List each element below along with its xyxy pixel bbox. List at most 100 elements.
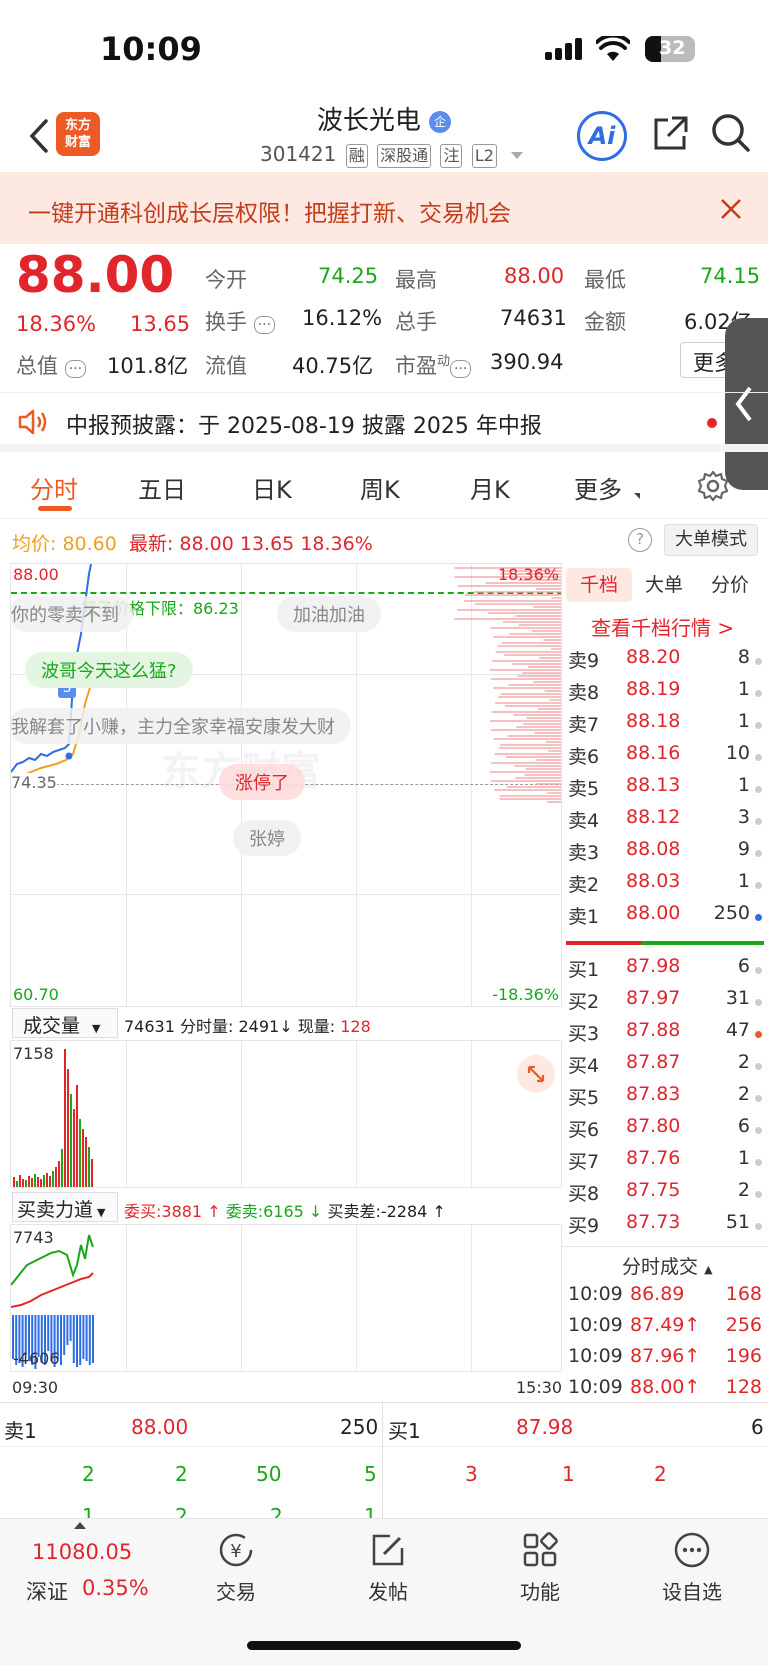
volume-bar <box>82 1129 84 1187</box>
ask-row[interactable]: 卖2 88.03 1 <box>566 870 764 902</box>
bid-row[interactable]: 买3 87.88 47 <box>566 1019 764 1051</box>
tab-more[interactable]: 更多 <box>574 470 622 505</box>
mid-price-label: 74.35 <box>11 773 57 792</box>
comment-bubble[interactable]: 你的零卖不到 <box>11 596 133 632</box>
buy-queue-item: 2 <box>654 1462 667 1486</box>
latest-value: 88.00 <box>179 533 234 555</box>
volume-bar <box>61 1149 63 1187</box>
bid-row[interactable]: 买2 87.97 31 <box>566 987 764 1019</box>
bid-row[interactable]: 买4 87.87 2 <box>566 1051 764 1083</box>
nav-functions[interactable]: 功能 <box>490 1530 590 1605</box>
bid-level: 买8 <box>568 1183 600 1205</box>
ask-row[interactable]: 卖5 88.13 1 <box>566 774 764 806</box>
trade-row: 10:09 87.49↑ 256 <box>566 1314 764 1346</box>
chart-info-line: 均价: 80.60 最新: 88.00 13.65 18.36% <box>12 529 373 556</box>
dropdown-icon[interactable] <box>511 152 524 159</box>
bid-row[interactable]: 买9 87.73 51 <box>566 1211 764 1243</box>
price-chart[interactable]: 东方财富 88.00 18.36% 60.70 -18.36% 74.35 笼子… <box>10 563 562 1007</box>
comment-bubble[interactable]: 涨停了 <box>219 764 305 800</box>
tab-weekly-k[interactable]: 周K <box>360 470 400 505</box>
mktcap-label: 总值 ··· <box>16 350 87 380</box>
amount-label: 金额 <box>584 310 626 334</box>
bid-row[interactable]: 买6 87.80 6 <box>566 1115 764 1147</box>
ask-row[interactable]: 卖4 88.12 3 <box>566 806 764 838</box>
big-order-mode-button[interactable]: 大单模式 <box>664 524 758 556</box>
ask-row[interactable]: 卖1 88.00 250 <box>566 902 764 934</box>
power-bar <box>85 1315 88 1361</box>
high-value: 88.00 <box>504 264 565 288</box>
bid-row[interactable]: 买8 87.75 2 <box>566 1179 764 1211</box>
tab-five-day[interactable]: 五日 <box>138 470 186 505</box>
ask-level: 卖2 <box>568 874 600 896</box>
bid-price: 87.88 <box>626 1019 681 1041</box>
ask-row[interactable]: 卖7 88.18 1 <box>566 710 764 742</box>
ask-dot <box>755 850 762 857</box>
orderbook-tab-price[interactable]: 分价 <box>711 568 749 602</box>
nav-post[interactable]: 发帖 <box>338 1530 438 1605</box>
ai-label: Ai <box>588 122 616 150</box>
trade-qty: 128 <box>725 1376 762 1398</box>
trade-qty: 196 <box>725 1345 762 1367</box>
power-buy: 委买:3881 <box>124 1202 203 1221</box>
status-bar: 10:09 32 <box>0 0 768 100</box>
ai-button[interactable]: Ai <box>577 111 627 161</box>
expand-icon[interactable] <box>517 1055 555 1093</box>
power-selector[interactable]: 买卖力道 ▼ <box>12 1192 118 1222</box>
bid-row[interactable]: 买1 87.98 6 <box>566 955 764 987</box>
nav-trade[interactable]: ¥ 交易 <box>186 1530 286 1605</box>
comment-bubble[interactable]: 张婷 <box>233 820 301 856</box>
comment-bubble[interactable]: 加油加油 <box>277 596 381 632</box>
ask-level: 卖6 <box>568 746 600 768</box>
volume-selector[interactable]: 成交量 ▼ <box>12 1008 118 1038</box>
nav-trade-label: 交易 <box>216 1580 256 1604</box>
orderbook-tab-thousand[interactable]: 千档 <box>566 568 632 602</box>
index-pct: 0.35% <box>82 1576 149 1600</box>
power-chart[interactable]: 7743 -4606 <box>10 1224 562 1372</box>
ask-qty: 10 <box>725 742 750 764</box>
ask-row[interactable]: 卖3 88.08 9 <box>566 838 764 870</box>
bid-qty: 6 <box>737 1115 750 1137</box>
notice-text[interactable]: 中报预披露：于 2025-08-19 披露 2025 年中报 <box>66 408 542 440</box>
ask-dot <box>755 722 762 729</box>
comment-bubble[interactable]: 波哥今天这么猛? <box>25 652 193 688</box>
bid-row[interactable]: 买7 87.76 1 <box>566 1147 764 1179</box>
ask-level: 卖9 <box>568 650 600 672</box>
tab-daily-k[interactable]: 日K <box>252 470 292 505</box>
banner-text[interactable]: 一键开通科创成长层权限！把握打新、交易机会 <box>28 194 511 228</box>
volume-info: 74631 分时量: 2491↓ 现量: 128 <box>124 1017 371 1036</box>
trade-qty: 168 <box>725 1283 762 1305</box>
index-ticker[interactable]: 11080.05 深证 0.35% <box>10 1520 160 1620</box>
ask-row[interactable]: 卖8 88.19 1 <box>566 678 764 710</box>
bottom-sell-price: 88.00 <box>131 1415 189 1439</box>
bid-dot <box>755 1223 762 1230</box>
close-icon[interactable] <box>720 198 742 224</box>
ask-row[interactable]: 卖9 88.20 8 <box>566 646 764 678</box>
power-bar <box>92 1315 94 1363</box>
volume-chart[interactable]: 7158 <box>10 1040 562 1188</box>
stock-meta[interactable]: 301421 融 深股通 注 L2 <box>260 142 524 168</box>
nav-add-watchlist[interactable]: 设自选 <box>642 1530 742 1605</box>
ask-level: 卖4 <box>568 810 600 832</box>
search-icon[interactable] <box>710 112 752 158</box>
trades-title[interactable]: 分时成交 ▲ <box>622 1252 713 1279</box>
comment-bubble[interactable]: 我解套了小赚，主力全家幸福安康发大财 <box>11 708 351 744</box>
bid-row[interactable]: 买5 87.83 2 <box>566 1083 764 1115</box>
nav-functions-label: 功能 <box>520 1580 560 1604</box>
help-icon[interactable]: ? <box>628 528 652 552</box>
nav-add-watchlist-label: 设自选 <box>662 1580 722 1604</box>
orderbook-link[interactable]: 查看千档行情 > <box>591 612 734 641</box>
bid-price: 87.87 <box>626 1051 681 1073</box>
volume-bar <box>34 1174 36 1187</box>
tag-margin: 融 <box>345 144 368 168</box>
settings-gear-icon[interactable] <box>697 470 729 506</box>
tab-intraday[interactable]: 分时 <box>30 470 78 505</box>
share-icon[interactable] <box>650 114 690 158</box>
trade-time: 10:09 <box>568 1376 623 1398</box>
volume-bar <box>88 1147 90 1187</box>
time-end-label: 15:30 <box>516 1378 563 1397</box>
ask-row[interactable]: 卖6 88.16 10 <box>566 742 764 774</box>
orderbook-tab-big[interactable]: 大单 <box>645 568 683 602</box>
tab-monthly-k[interactable]: 月K <box>470 470 510 505</box>
ask-price: 88.03 <box>626 870 681 892</box>
float-value: 40.75亿 <box>292 354 374 378</box>
